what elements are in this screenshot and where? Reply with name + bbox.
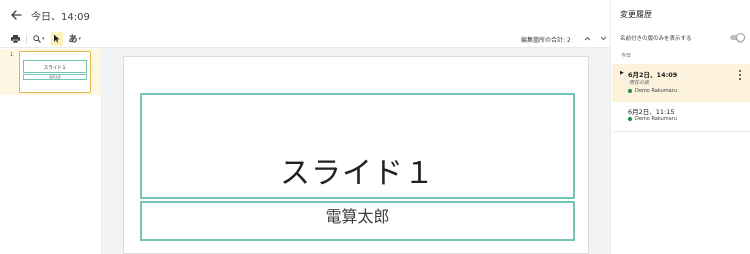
zoom-button[interactable]: ▾ [31,32,47,46]
author-name: Demo Rakumaru [635,116,677,122]
printer-icon [11,34,20,43]
previous-edit-button[interactable] [581,32,593,44]
version-item[interactable]: 6月2日、11:15 Demo Rakumaru [612,102,750,132]
version-author: Demo Rakumaru [628,88,677,94]
chevron-down-icon: ▾ [78,35,82,42]
named-versions-toggle[interactable] [728,33,745,42]
slide-filmstrip: 1 スライド１ 電算太郎 [0,48,102,254]
version-item-current[interactable]: ▶ 6月2日、14:09 現在の版 Demo Rakumaru [612,64,750,102]
author-color-dot [628,89,632,93]
date-group-label: 今日 [621,53,632,59]
thumbnail-title: スライド１ [43,66,67,71]
author-color-dot [628,117,632,121]
back-arrow-icon[interactable] [5,4,27,26]
panel-title: 変更履歴 [620,10,652,19]
edit-count-label: 編集箇所の合計: 2 [521,37,571,44]
filmstrip-item[interactable]: 1 スライド１ 電算太郎 [0,49,102,95]
top-bar: 今日、14:09 [0,0,610,30]
slide-subtitle: 電算太郎 [325,207,390,226]
current-version-label: 現在の版 [629,80,650,86]
input-tools-button[interactable]: あ ▾ [67,32,84,46]
zoom-icon [33,34,41,43]
print-button[interactable] [9,32,22,46]
select-tool-button[interactable] [50,31,63,46]
named-versions-label: 名前付きの版のみを表示する [620,36,692,42]
more-options-icon[interactable] [736,69,744,81]
chevron-up-icon [584,36,590,40]
chevron-down-icon [600,36,606,40]
version-title: 今日、14:09 [31,11,90,23]
version-time: 6月2日、11:15 [628,108,675,116]
expand-triangle-icon[interactable]: ▶ [620,70,624,76]
toolbar: ▾ あ ▾ [0,30,610,48]
slide-title: スライド１ [280,156,435,191]
chevron-down-icon: ▾ [42,35,45,42]
input-tools-icon: あ [68,35,78,45]
thumbnail-subtitle-placeholder: 電算太郎 [23,74,87,80]
toggle-knob [736,33,745,42]
version-author: Demo Rakumaru [628,116,677,122]
version-history-panel: 変更履歴 名前付きの版のみを表示する 今日 ▶ 6月2日、14:09 現在の版 … [610,0,750,254]
subtitle-placeholder[interactable]: 電算太郎 [140,201,575,241]
version-time: 6月2日、14:09 [628,71,678,79]
slide-thumbnail[interactable]: スライド１ 電算太郎 [19,51,91,93]
next-edit-button[interactable] [597,32,609,44]
toolbar-divider [26,33,27,44]
thumbnail-title-placeholder: スライド１ [23,60,87,73]
slide-number: 1 [10,52,14,58]
author-name: Demo Rakumaru [635,88,677,94]
cursor-arrow-icon [54,34,60,43]
title-placeholder[interactable]: スライド１ [140,93,575,199]
thumbnail-subtitle: 電算太郎 [48,74,61,79]
